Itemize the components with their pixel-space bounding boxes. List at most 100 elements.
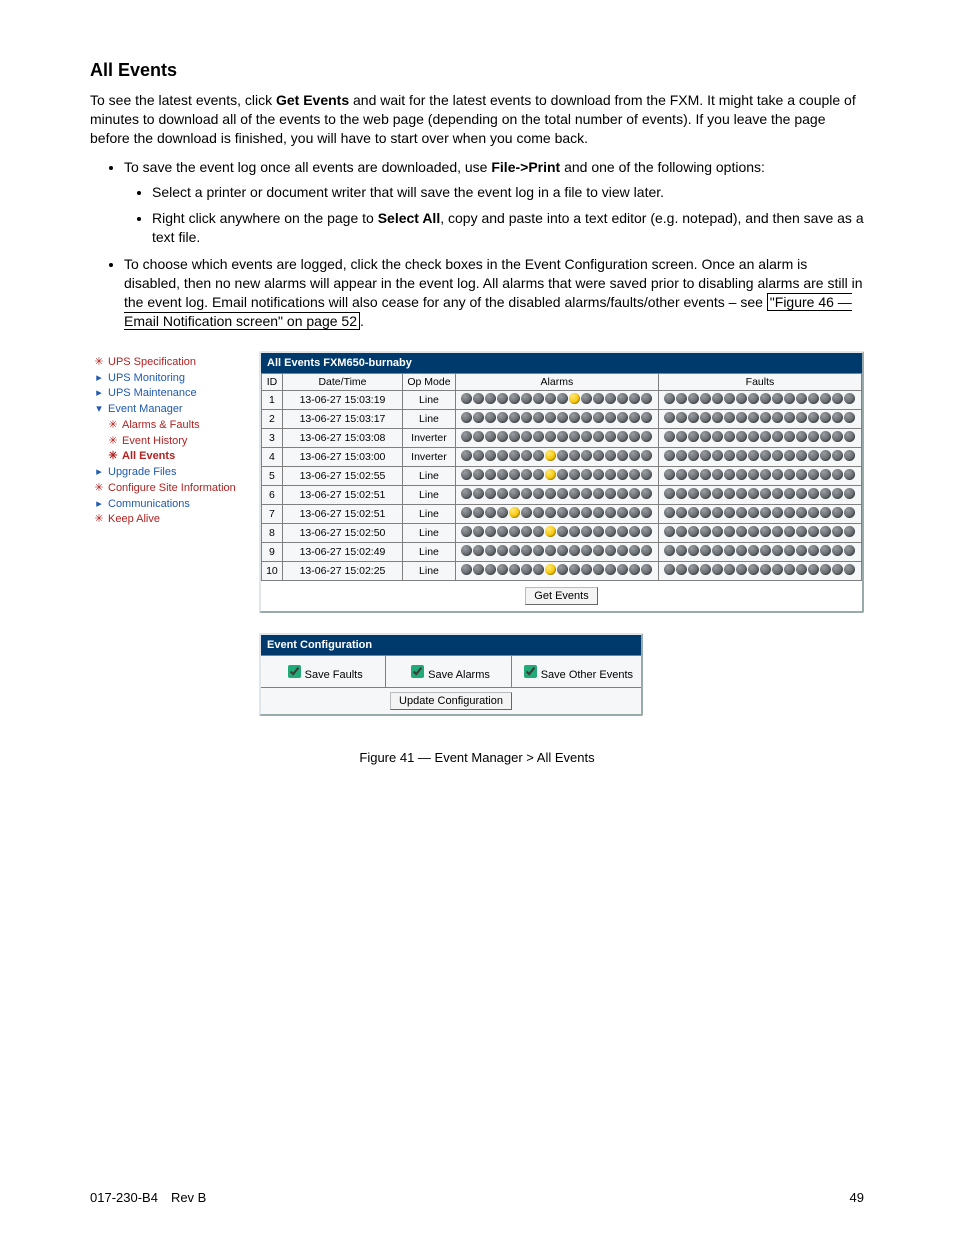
- status-dot-icon: [617, 507, 628, 518]
- status-dot-icon: [557, 564, 568, 575]
- status-dot-icon: [509, 526, 520, 537]
- table-cell: Line: [403, 409, 456, 428]
- status-dot-icon: [509, 545, 520, 556]
- status-dot-icon: [461, 526, 472, 537]
- status-dot-icon: [700, 564, 711, 575]
- status-dot-icon: [832, 545, 843, 556]
- bullet-list-1: To save the event log once all events ar…: [90, 158, 864, 331]
- intro-bold: Get Events: [276, 92, 349, 108]
- status-dot-icon: [676, 564, 687, 575]
- status-dot-icon: [724, 507, 735, 518]
- status-dot-icon: [748, 431, 759, 442]
- status-dot-icon: [569, 469, 580, 480]
- sidebar-item[interactable]: ▾Event Manager: [94, 402, 249, 418]
- get-events-button[interactable]: Get Events: [525, 587, 597, 605]
- status-dot-icon: [844, 507, 855, 518]
- chevron-icon: ▸: [94, 387, 104, 401]
- status-dot-icon: [641, 431, 652, 442]
- status-dot-icon: [844, 469, 855, 480]
- status-dot-icon: [557, 412, 568, 423]
- page-icon: ✳: [108, 435, 118, 449]
- status-dot-icon: [581, 564, 592, 575]
- status-dot-icon: [641, 412, 652, 423]
- status-dot-icon: [808, 488, 819, 499]
- status-dot-icon: [461, 431, 472, 442]
- save-faults-checkbox[interactable]: [288, 665, 301, 678]
- status-dot-icon: [700, 450, 711, 461]
- bullet-1: To save the event log once all events ar…: [124, 158, 864, 248]
- status-dot-icon: [772, 488, 783, 499]
- status-dot-row: [461, 488, 653, 499]
- status-dot-icon: [629, 564, 640, 575]
- status-dot-icon: [593, 545, 604, 556]
- status-dot-icon: [796, 488, 807, 499]
- all-events-panel-title: All Events FXM650-burnaby: [261, 353, 862, 373]
- status-dot-icon: [736, 526, 747, 537]
- status-dot-icon: [688, 450, 699, 461]
- status-dot-row: [461, 469, 653, 480]
- status-dot-icon: [820, 469, 831, 480]
- status-dot-icon: [688, 545, 699, 556]
- save-alarms-option[interactable]: Save Alarms: [386, 656, 511, 687]
- status-dot-icon: [784, 412, 795, 423]
- status-dot-icon: [736, 545, 747, 556]
- status-dot-icon: [796, 564, 807, 575]
- status-dot-icon: [497, 431, 508, 442]
- alarms-cell: [455, 523, 658, 542]
- save-other-option[interactable]: Save Other Events: [512, 656, 641, 687]
- faults-cell: [658, 447, 861, 466]
- status-dot-icon: [796, 469, 807, 480]
- status-dot-icon: [700, 412, 711, 423]
- save-other-checkbox[interactable]: [524, 665, 537, 678]
- status-dot-icon: [605, 393, 616, 404]
- sidebar-item[interactable]: ✳UPS Specification: [94, 355, 249, 371]
- status-dot-icon: [712, 526, 723, 537]
- sidebar-item[interactable]: ✳Keep Alive: [94, 512, 249, 528]
- status-dot-icon: [748, 564, 759, 575]
- sidebar-item[interactable]: ▸UPS Maintenance: [94, 386, 249, 402]
- status-dot-icon: [772, 450, 783, 461]
- alarms-cell: [455, 561, 658, 580]
- sidebar-item[interactable]: ✳ Event History: [94, 434, 249, 450]
- table-cell: Line: [403, 485, 456, 504]
- save-faults-option[interactable]: Save Faults: [261, 656, 386, 687]
- status-dot-icon: [688, 488, 699, 499]
- page-icon: ✳: [94, 356, 104, 370]
- ui-screenshot: ✳UPS Specification▸UPS Monitoring▸UPS Ma…: [90, 351, 864, 736]
- save-alarms-checkbox[interactable]: [411, 665, 424, 678]
- status-dot-row: [664, 488, 856, 499]
- status-dot-icon: [748, 507, 759, 518]
- status-dot-row: [664, 564, 856, 575]
- alarms-cell: [455, 485, 658, 504]
- status-dot-icon: [581, 450, 592, 461]
- sidebar-item-label: Event History: [122, 435, 187, 449]
- alarms-cell: [455, 390, 658, 409]
- figure-caption: Figure 41 — Event Manager > All Events: [90, 750, 864, 765]
- faults-cell: [658, 523, 861, 542]
- sidebar-item[interactable]: ✳Configure Site Information: [94, 481, 249, 497]
- status-dot-icon: [736, 507, 747, 518]
- status-dot-icon: [593, 469, 604, 480]
- status-dot-icon: [533, 450, 544, 461]
- status-dot-icon: [569, 450, 580, 461]
- status-dot-icon: [521, 431, 532, 442]
- update-config-button[interactable]: Update Configuration: [390, 692, 512, 710]
- status-dot-icon: [545, 488, 556, 499]
- status-dot-icon: [617, 450, 628, 461]
- table-cell: Inverter: [403, 447, 456, 466]
- status-dot-icon: [593, 431, 604, 442]
- status-dot-icon: [808, 431, 819, 442]
- status-dot-icon: [509, 450, 520, 461]
- status-dot-icon: [617, 469, 628, 480]
- status-dot-icon: [688, 412, 699, 423]
- sidebar-item[interactable]: ▸Upgrade Files: [94, 465, 249, 481]
- sidebar-item[interactable]: ✳All Events: [94, 449, 249, 465]
- status-dot-icon: [461, 507, 472, 518]
- status-dot-icon: [605, 488, 616, 499]
- table-cell: 13-06-27 15:02:50: [282, 523, 402, 542]
- sidebar-item[interactable]: ▸UPS Monitoring: [94, 371, 249, 387]
- save-faults-label: Save Faults: [305, 669, 363, 681]
- sidebar-item[interactable]: ✳Alarms & Faults: [94, 418, 249, 434]
- sidebar-item[interactable]: ▸Communications: [94, 497, 249, 513]
- event-config-title: Event Configuration: [261, 635, 641, 655]
